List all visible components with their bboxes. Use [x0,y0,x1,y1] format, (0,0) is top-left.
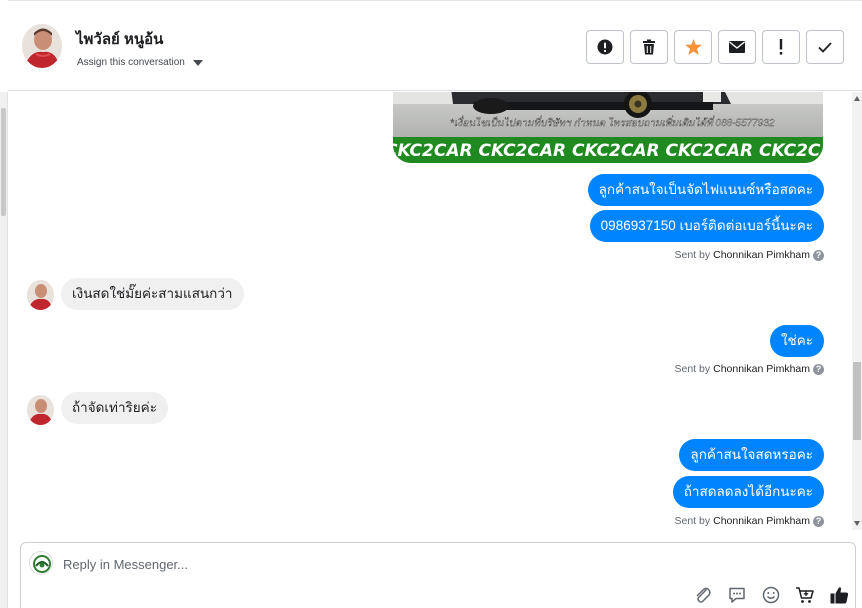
message-outgoing[interactable]: ใช่คะ [769,325,824,357]
scroll-up-arrow-icon[interactable] [854,96,860,101]
shop-button[interactable] [795,585,815,605]
thread-scrollbar[interactable] [852,92,862,530]
reply-composer [20,542,856,608]
saved-replies-button[interactable] [727,585,747,605]
caret-down-icon [192,59,203,66]
sent-by-line: Sent by Chonnikan Pimkham ? [674,249,824,261]
message-thread[interactable]: *เงื่อนไขเป็นไปตามที่บริษัทฯ กำหนด ไทรสอ… [8,92,852,530]
composer-toolbar [693,585,849,605]
sent-by-name: Chonnikan Pimkham [713,363,810,375]
left-panel-scrollbar[interactable] [0,92,8,608]
emoji-button[interactable] [761,585,781,605]
conversation-actions [586,30,844,64]
assign-label: Assign this conversation [77,57,185,68]
sent-by-line: Sent by Chonnikan Pimkham ? [674,363,824,375]
assign-conversation-dropdown[interactable]: Assign this conversation [77,57,203,68]
sent-by-line: Sent by Chonnikan Pimkham ? [674,515,824,527]
sent-by-name: Chonnikan Pimkham [713,249,810,261]
message-incoming[interactable]: เงินสดใช่มั๊ยค่ะสามแสนกว่า [61,278,244,310]
message-outgoing[interactable]: ลูกค้าสนใจสดหรอคะ [679,439,824,471]
contact-avatar[interactable] [22,24,62,68]
cart-icon [796,587,814,603]
help-icon[interactable]: ? [813,515,824,527]
sent-by-prefix: Sent by [674,363,711,375]
thumbs-up-icon [830,587,848,604]
message-outgoing[interactable]: 0986937150 เบอร์ติดต่อเบอร์นี้นะคะ [589,210,824,242]
mark-spam-button[interactable] [586,30,624,64]
help-icon[interactable]: ? [813,363,824,375]
emoji-icon [762,586,780,604]
envelope-icon [729,41,745,53]
delete-button[interactable] [630,30,668,64]
thread-scroll-thumb[interactable] [853,362,861,440]
trash-icon [643,39,655,55]
saved-reply-icon [729,587,745,603]
conversation-header: ไพวัลย์ หนูอ้น Assign this conversation [8,0,862,91]
contact-avatar-small[interactable] [27,280,54,310]
contact-name[interactable]: ไพวัลย์ หนูอ้น [76,27,163,51]
page-avatar [29,551,53,575]
exclamation-circle-icon [597,39,613,55]
star-button[interactable] [674,30,712,64]
follow-up-button[interactable] [762,30,800,64]
reply-input[interactable] [63,553,703,575]
mark-unread-button[interactable] [718,30,756,64]
message-outgoing[interactable]: ถ้าสดลดลงได้อีกนะคะ [672,476,824,508]
done-button[interactable] [806,30,844,64]
sent-by-prefix: Sent by [674,515,711,527]
help-icon[interactable]: ? [813,249,824,261]
attachment-banner: CKC2CAR CKC2CAR CKC2CAR CKC2CAR CKC2CAR … [393,141,823,161]
sent-by-name: Chonnikan Pimkham [713,515,810,527]
attachment-caption: *เงื่อนไขเป็นไปตามที่บริษัทฯ กำหนด ไทรสอ… [450,115,775,129]
paperclip-icon [696,587,711,603]
message-outgoing[interactable]: ลูกค้าสนใจเป็นจัดไฟแนนซ์หรือสดคะ [587,174,824,206]
sent-by-prefix: Sent by [674,249,711,261]
exclamation-icon [779,39,783,55]
left-panel-scroll-thumb[interactable] [1,108,6,216]
checkmark-icon [818,41,832,53]
contact-avatar-small[interactable] [27,395,54,425]
car-image-attachment[interactable]: *เงื่อนไขเป็นไปตามที่บริษัทฯ กำหนด ไทรสอ… [393,92,823,163]
message-incoming[interactable]: ถ้าจัดเท่าริยค่ะ [61,392,168,424]
star-icon [684,39,702,55]
attach-button[interactable] [693,585,713,605]
scroll-down-arrow-icon[interactable] [854,521,860,526]
like-button[interactable] [829,585,849,605]
